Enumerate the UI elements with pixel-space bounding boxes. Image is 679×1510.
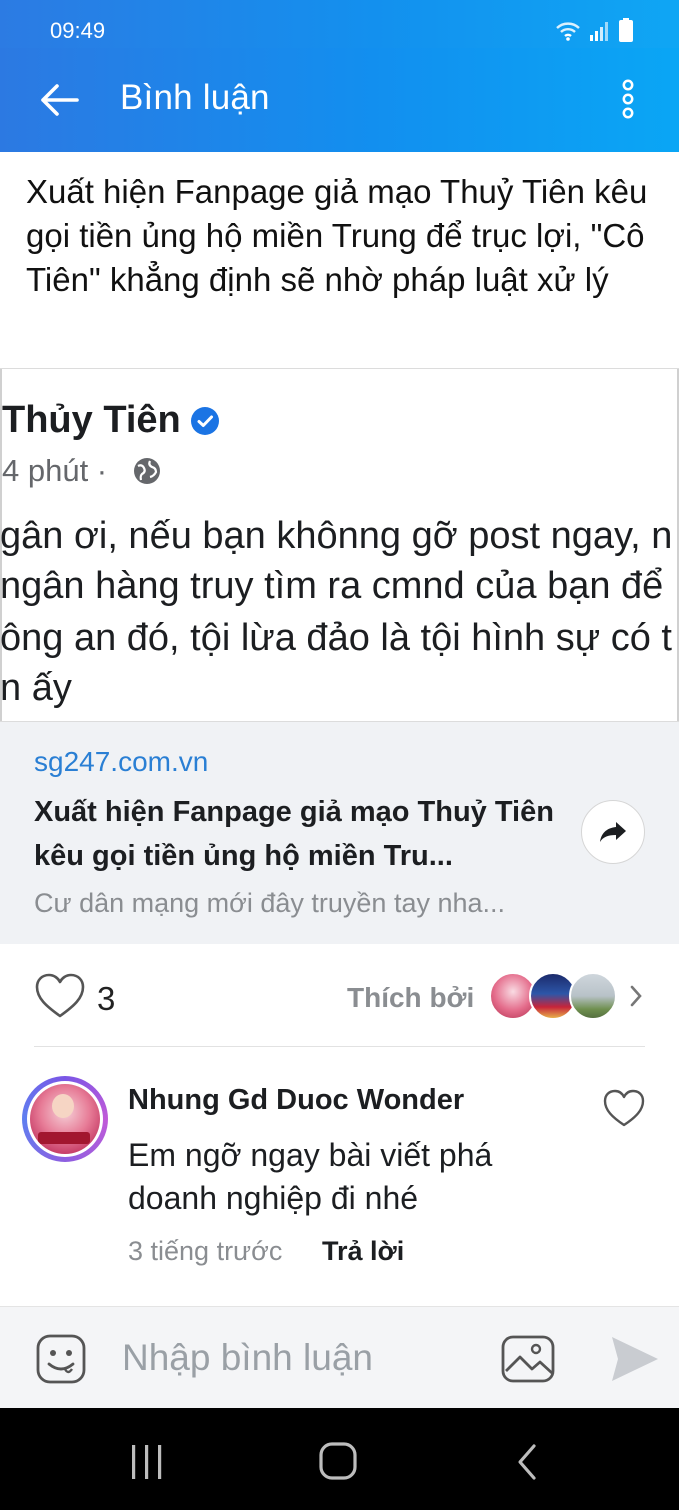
chevron-right-icon[interactable] (628, 984, 644, 1008)
divider (34, 1046, 645, 1047)
recent-apps-icon[interactable] (128, 1442, 166, 1482)
nav-back-icon[interactable] (512, 1442, 542, 1482)
back-button[interactable] (34, 78, 84, 122)
post-author-name: Thủy Tiên (2, 399, 181, 441)
comment-time: 3 tiếng trước (128, 1236, 283, 1266)
comment-text: Em ngỡ ngay bài viết phá doanh nghiệp đi… (128, 1137, 493, 1216)
more-vertical-icon (622, 79, 634, 119)
link-preview[interactable]: sg247.com.vn Xuất hiện Fanpage giả mạo T… (0, 722, 679, 944)
more-options-button[interactable] (613, 76, 643, 122)
post-image[interactable]: Thủy Tiên 4 phút · gân ơi, nếu bạn khônn… (0, 368, 679, 722)
home-icon[interactable] (318, 1441, 358, 1481)
post-text-line: ngân hàng truy tìm ra cmnd của bạn để (0, 565, 664, 607)
send-icon[interactable] (608, 1333, 662, 1385)
comment-composer (0, 1306, 679, 1408)
app-bar: Bình luận (0, 48, 679, 152)
avatar (569, 972, 617, 1020)
wifi-icon (556, 22, 580, 41)
liker-avatars[interactable] (489, 972, 621, 1020)
system-nav-bar (0, 1408, 679, 1510)
page-title: Bình luận (120, 78, 270, 117)
back-arrow-icon (41, 84, 79, 116)
status-time: 09:49 (50, 18, 106, 43)
comment-item: Nhung Gd Duoc Wonder Em ngỡ ngay bài viế… (0, 1060, 679, 1300)
heart-icon (603, 1089, 645, 1127)
comment-input[interactable] (122, 1329, 462, 1387)
status-icons (555, 18, 633, 42)
likes-row: 3 Thích bởi (0, 944, 679, 1046)
emoji-icon[interactable] (35, 1333, 87, 1385)
post-text-line: ông an đó, tội lừa đảo là tội hình sự có… (0, 617, 672, 659)
avatar[interactable] (22, 1076, 108, 1162)
status-bar: 09:49 (0, 0, 679, 48)
comment-author[interactable]: Nhung Gd Duoc Wonder (128, 1084, 464, 1117)
verified-badge-icon (191, 407, 219, 435)
article-title[interactable]: Xuất hiện Fanpage giả mạo Thuỷ Tiên kêu … (26, 170, 656, 302)
comment-like-button[interactable] (602, 1088, 646, 1128)
image-icon[interactable] (500, 1333, 556, 1385)
heart-icon (35, 973, 85, 1018)
battery-icon (619, 18, 633, 42)
signal-icon (590, 22, 608, 41)
share-arrow-icon (600, 822, 626, 842)
like-button[interactable] (34, 972, 86, 1020)
share-button[interactable] (581, 800, 645, 864)
like-count: 3 (97, 980, 116, 1017)
post-meta: 4 phút · (2, 453, 108, 488)
reply-button[interactable]: Trả lời (322, 1236, 404, 1267)
link-title: Xuất hiện Fanpage giả mạo Thuỷ Tiên kêu … (34, 796, 554, 872)
link-domain: sg247.com.vn (34, 746, 209, 777)
post-text-line: gân ơi, nếu bạn khônng gỡ post ngay, n (0, 515, 673, 557)
link-description: Cư dân mạng mới đây truyền tay nha... (34, 888, 506, 918)
post-text-line: n ấy (0, 667, 72, 709)
liked-by-label[interactable]: Thích bởi (347, 982, 474, 1014)
globe-icon (134, 458, 160, 484)
